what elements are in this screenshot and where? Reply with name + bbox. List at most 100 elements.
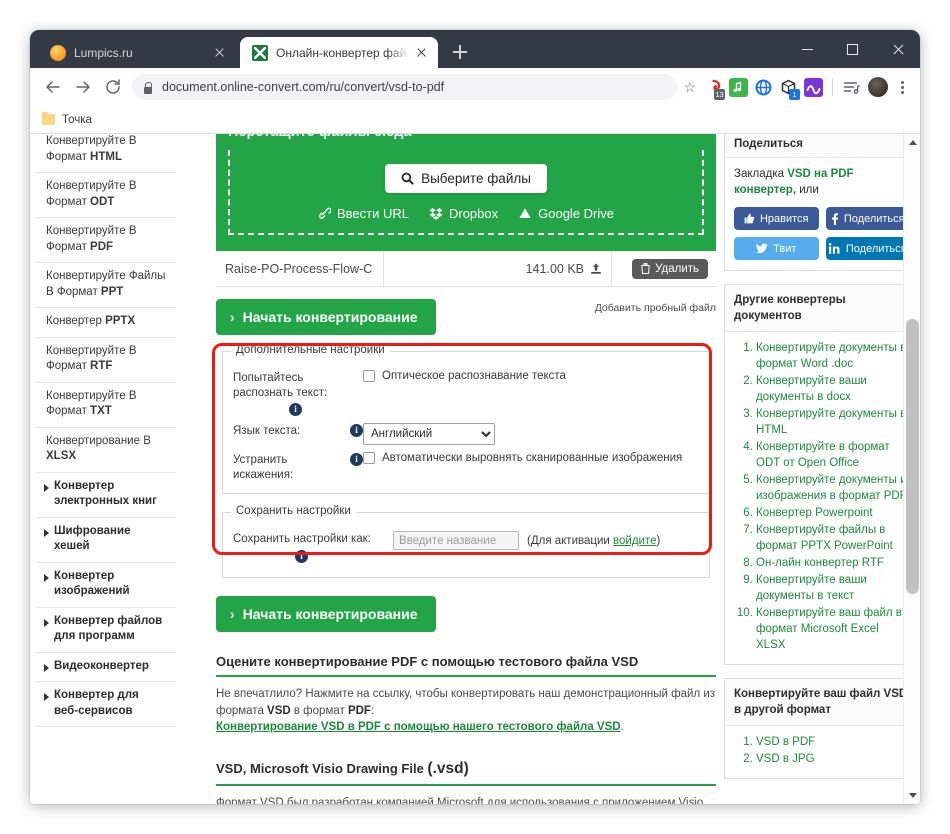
sidebar-item-pptx[interactable]: Конвертер PPTX xyxy=(36,308,176,338)
advanced-settings-fieldset: Дополнительные настройки Попытайтесь рас… xyxy=(222,344,710,494)
reload-icon[interactable] xyxy=(98,72,128,102)
facebook-share-button[interactable]: Поделиться xyxy=(825,207,910,230)
choose-files-label: Выберите файлы xyxy=(421,171,531,186)
sidebar-item-xlsx[interactable]: Конвертирование В XLSX xyxy=(36,428,176,473)
list-item[interactable]: Конвертируйте документы в формат Word .d… xyxy=(756,340,910,372)
save-settings-input[interactable] xyxy=(393,531,519,550)
scroll-down-icon[interactable] xyxy=(904,787,920,804)
dropzone-inner: Выберите файлы Ввести URL Dropbox Google… xyxy=(228,150,704,235)
save-as-control: (Для активации войдите) xyxy=(393,531,699,550)
sidebar-item-pdf[interactable]: Конвертируйте В Формат PDF xyxy=(36,218,176,263)
share-panel-head: Поделиться xyxy=(725,134,919,158)
tab-lumpics[interactable]: Lumpics.ru xyxy=(38,37,236,68)
dropbox-link[interactable]: Dropbox xyxy=(429,206,498,221)
save-hint-prefix: (Для активации xyxy=(527,534,614,547)
ocr-checkbox-row[interactable]: Оптическое распознавание текста xyxy=(363,370,699,382)
list-item[interactable]: Конвертируйте файлы в формат PPTX PowerP… xyxy=(756,522,910,554)
deskew-checkbox-row[interactable]: Автоматически выровнять сканированные из… xyxy=(363,452,699,464)
facebook-like-button[interactable]: Нравится xyxy=(734,207,819,230)
save-settings-legend: Сохранить настройки xyxy=(231,505,356,517)
pdf-badge: 13 xyxy=(714,88,725,100)
start-conversion-button-bottom[interactable]: › Начать конвертирование xyxy=(216,596,436,632)
list-item[interactable]: Конвертируйте ваши документы в текст xyxy=(756,572,910,604)
chevron-right-icon: › xyxy=(230,606,235,622)
box-extension-icon[interactable]: 1 xyxy=(779,78,800,100)
purple-extension-icon[interactable] xyxy=(804,77,823,97)
scrollbar-thumb[interactable] xyxy=(906,319,919,594)
deskew-checkbox-label: Автоматически выровнять сканированные из… xyxy=(382,452,683,464)
list-item[interactable]: Конвертируйте документы в HTML xyxy=(756,406,910,438)
list-item[interactable]: Он-лайн конвертер RTF xyxy=(756,555,910,571)
profile-avatar[interactable] xyxy=(868,77,888,97)
forward-arrow-icon[interactable] xyxy=(68,72,98,102)
sidebar-group-software[interactable]: Конвертер файлов для программ xyxy=(36,608,176,653)
scroll-up-icon[interactable] xyxy=(904,134,920,151)
close-icon[interactable] xyxy=(413,44,430,61)
maximize-button[interactable] xyxy=(830,30,875,68)
list-item[interactable]: Конвертер Powerpoint xyxy=(756,505,910,521)
login-link[interactable]: войдите xyxy=(613,535,656,547)
list-item[interactable]: Конвертируйте ваши документы в docx xyxy=(756,373,910,405)
sidebar-group-video[interactable]: Видеоконвертер xyxy=(36,653,176,682)
delete-file-button[interactable]: Удалить xyxy=(632,258,708,279)
reading-list-icon[interactable] xyxy=(842,78,861,97)
chrome-menu-icon[interactable] xyxy=(892,77,912,97)
sidebar-group-image[interactable]: Конвертер изображений xyxy=(36,563,176,608)
music-extension-icon[interactable] xyxy=(729,77,748,97)
info-icon[interactable]: i xyxy=(295,550,308,563)
sidebar-group-webservice[interactable]: Конвертер для веб-сервисов xyxy=(36,682,176,727)
add-trial-file-link[interactable]: Добавить пробный файл xyxy=(595,299,716,314)
list-item[interactable]: Конвертируйте в формат ODT от Open Offic… xyxy=(756,439,910,471)
sidebar-item-ppt[interactable]: Конвертируйте Файлы В Формат PPT xyxy=(36,263,176,308)
linkedin-share-button[interactable]: Поделиться xyxy=(825,237,910,260)
close-icon[interactable] xyxy=(211,44,228,61)
sidebar-item-html[interactable]: Конвертируйте В Формат HTML xyxy=(36,134,176,173)
list-item[interactable]: Конвертируйте документы и изображения в … xyxy=(756,472,910,504)
language-select[interactable]: Английский xyxy=(363,423,495,445)
new-tab-button[interactable] xyxy=(448,40,472,64)
dropzone-links: Ввести URL Dropbox Google Drive xyxy=(240,206,692,221)
sidebar-group-hash[interactable]: Шифрование хешей xyxy=(36,518,176,563)
bookmark-tochka[interactable]: Точка xyxy=(42,111,92,126)
back-arrow-icon[interactable] xyxy=(38,72,68,102)
info-icon[interactable]: i xyxy=(350,424,363,437)
list-item[interactable]: VSD в JPG xyxy=(756,751,910,767)
window-close-button[interactable] xyxy=(875,30,920,68)
section1-mid: в формат xyxy=(290,704,348,717)
language-control: Английский xyxy=(363,423,699,445)
ocr-checkbox[interactable] xyxy=(363,370,375,382)
file-dropzone[interactable]: Перетащите файлы сюда Выберите файлы Вве… xyxy=(216,134,716,251)
enter-url-link[interactable]: Ввести URL xyxy=(318,206,409,221)
page-scrollbar[interactable] xyxy=(903,134,920,804)
save-hint-suffix: ) xyxy=(656,534,661,547)
globe-extension-icon[interactable] xyxy=(754,78,773,97)
test-file-link[interactable]: Конвертирование VSD в PDF с помощью наше… xyxy=(216,721,621,733)
deskew-label-text: Устранить искажения: xyxy=(233,454,294,481)
sidebar-item-txt[interactable]: Конвертируйте В Формат TXT xyxy=(36,383,176,428)
share-buttons: Нравится Поделиться Твит Поделиться xyxy=(734,207,910,260)
web-page: Конвертируйте В Формат HTML Конвертируйт… xyxy=(30,134,920,804)
facebook-like-label: Нравится xyxy=(759,212,809,225)
section1-bold-vsd: VSD xyxy=(267,704,291,717)
list-item[interactable]: Конвертируйте ваш файл в формат Microsof… xyxy=(756,605,910,653)
bookmark-star-icon[interactable]: ☆ xyxy=(683,79,696,96)
minimize-button[interactable] xyxy=(785,30,830,68)
sidebar-group-ebook[interactable]: Конвертер электронных книг xyxy=(36,473,176,518)
sidebar-item-rtf[interactable]: Конвертируйте В Формат RTF xyxy=(36,338,176,383)
list-item[interactable]: VSD в PDF xyxy=(756,734,910,750)
right-sidebar: Поделиться Закладка VSD на PDF конвертер… xyxy=(724,134,920,792)
address-bar[interactable]: document.online-convert.com/ru/convert/v… xyxy=(132,74,678,100)
info-icon[interactable]: i xyxy=(350,453,363,466)
pdf-extension-icon[interactable]: 13 xyxy=(704,78,725,100)
language-label-text: Язык текста: xyxy=(233,425,301,437)
tab-online-convert[interactable]: Онлайн-конвертер файлов VSD xyxy=(240,37,438,68)
setting-row-language: Язык текста: i Английский xyxy=(233,423,699,445)
info-icon[interactable]: i xyxy=(289,403,302,416)
google-drive-link[interactable]: Google Drive xyxy=(518,206,614,221)
choose-files-button[interactable]: Выберите файлы xyxy=(385,164,547,193)
twitter-tweet-button[interactable]: Твит xyxy=(734,237,819,260)
share-title-prefix: Закладка xyxy=(734,168,788,180)
sidebar-item-odt[interactable]: Конвертируйте В Формат ODT xyxy=(36,173,176,218)
start-conversion-button-top[interactable]: › Начать конвертирование xyxy=(216,299,436,335)
deskew-checkbox[interactable] xyxy=(363,452,375,464)
